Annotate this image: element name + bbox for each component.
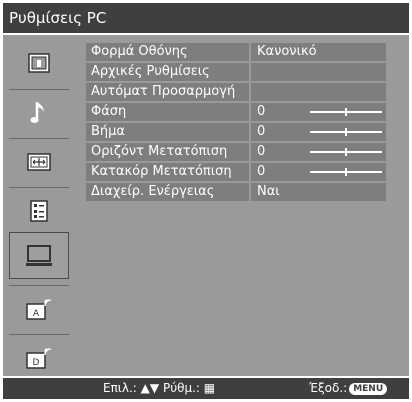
- row-divider: [249, 183, 251, 201]
- pitch-slider[interactable]: [310, 128, 382, 136]
- row-divider: [249, 143, 251, 161]
- sidebar-item-analog[interactable]: A: [9, 286, 69, 332]
- navigation-hints: Επιλ.: ▲▼ Ρύθμ.: ▦: [103, 378, 215, 399]
- v-shift-slider[interactable]: [310, 168, 382, 176]
- digital-broadcast-icon: D: [26, 348, 52, 369]
- arrow-up-icon: ▲: [140, 381, 150, 395]
- row-label: Αρχικές Ρυθμίσεις: [91, 64, 210, 79]
- row-divider: [249, 63, 251, 81]
- slider-knob[interactable]: [345, 148, 347, 156]
- row-label: Οριζόντ Μετατόπιση: [91, 144, 228, 159]
- row-label: Κατακόρ Μετατόπιση: [91, 164, 232, 179]
- picture-icon: [28, 53, 50, 73]
- arrow-down-icon: ▼: [149, 381, 160, 395]
- menu-row-v-shift[interactable]: Κατακόρ Μετατόπιση 0: [86, 163, 386, 183]
- menu-row-display-format[interactable]: Φορμά Οθόνης Κανονικό: [86, 43, 386, 63]
- music-note-icon: [30, 102, 44, 123]
- svg-text:D: D: [33, 358, 40, 368]
- sidebar-item-picture[interactable]: [9, 40, 69, 86]
- settings-panel: A D Φορμά Οθόνης Κανονικό Αρχικές Ρυθμίσ…: [3, 35, 409, 376]
- sidebar-item-sound[interactable]: [9, 90, 69, 136]
- row-divider: [249, 123, 251, 141]
- row-divider: [249, 83, 251, 101]
- menu-button-icon: MENU: [349, 383, 388, 395]
- slider-knob[interactable]: [345, 108, 347, 116]
- pc-settings-menu: Φορμά Οθόνης Κανονικό Αρχικές Ρυθμίσεις …: [86, 43, 386, 203]
- row-label: Βήμα: [91, 124, 125, 139]
- sidebar-item-digital[interactable]: D: [9, 335, 69, 381]
- window-title: Ρυθμίσεις PC: [3, 3, 409, 33]
- row-label: Φάση: [91, 104, 127, 119]
- slider-knob[interactable]: [345, 128, 347, 136]
- row-value: 0: [257, 124, 266, 139]
- category-sidebar: A D: [3, 35, 78, 376]
- menu-row-auto-adjust[interactable]: Αυτόματ Προσαρμογή: [86, 83, 386, 103]
- analog-broadcast-icon: A: [26, 299, 52, 320]
- sidebar-item-setup[interactable]: [9, 188, 69, 234]
- row-divider: [249, 163, 251, 181]
- h-shift-slider[interactable]: [310, 148, 382, 156]
- menu-row-phase[interactable]: Φάση 0: [86, 103, 386, 123]
- row-value: 0: [257, 104, 266, 119]
- screen-adjust-icon: [27, 153, 51, 171]
- phase-slider[interactable]: [310, 108, 382, 116]
- pc-monitor-icon: [26, 244, 52, 266]
- exit-hint: Έξοδ.: MENU: [309, 378, 388, 399]
- row-value: 0: [257, 144, 266, 159]
- list-settings-icon: [30, 200, 48, 222]
- exit-hint-label: Έξοδ.:: [309, 381, 348, 395]
- row-label: Διαχείρ. Ενέργειας: [91, 184, 215, 199]
- row-label: Αυτόματ Προσαρμογή: [91, 84, 236, 99]
- select-hint-label: Επιλ.:: [103, 381, 137, 395]
- sidebar-item-pc[interactable]: [9, 232, 69, 279]
- menu-row-h-shift[interactable]: Οριζόντ Μετατόπιση 0: [86, 143, 386, 163]
- menu-row-power-management[interactable]: Διαχείρ. Ενέργειας Ναι: [86, 183, 386, 203]
- osd-window: Ρυθμίσεις PC A D Φορμά Οθόνης Κανονικό Α…: [0, 0, 412, 402]
- row-divider: [249, 43, 251, 61]
- sidebar-item-screen[interactable]: [9, 139, 69, 185]
- menu-row-pitch[interactable]: Βήμα 0: [86, 123, 386, 143]
- svg-text:A: A: [33, 309, 40, 319]
- row-value: Κανονικό: [257, 44, 317, 59]
- hint-bar: Επιλ.: ▲▼ Ρύθμ.: ▦ Έξοδ.: MENU: [3, 378, 409, 399]
- adjust-hint-label: Ρύθμ.:: [162, 381, 200, 395]
- row-divider: [249, 103, 251, 121]
- row-value: 0: [257, 164, 266, 179]
- row-value: Ναι: [257, 184, 280, 199]
- menu-row-reset[interactable]: Αρχικές Ρυθμίσεις: [86, 63, 386, 83]
- slider-knob[interactable]: [345, 168, 347, 176]
- row-label: Φορμά Οθόνης: [91, 44, 188, 59]
- ok-button-icon: ▦: [203, 381, 216, 395]
